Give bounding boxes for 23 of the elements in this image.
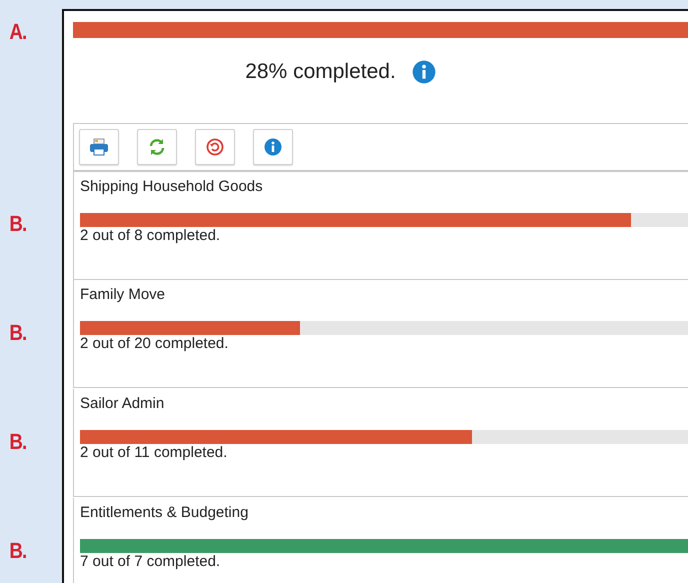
info-icon[interactable] — [412, 60, 436, 84]
refresh-button[interactable] — [137, 129, 177, 165]
progress-text: 2 out of 11 completed. — [80, 444, 228, 461]
section-marker: B. — [9, 538, 26, 564]
reset-button[interactable] — [195, 129, 235, 165]
progress-text: 2 out of 20 completed. — [80, 335, 230, 352]
section-title: Family Move — [80, 286, 166, 303]
progress-text: 7 out of 7 completed. — [80, 553, 222, 570]
printer-icon — [89, 138, 109, 156]
reset-icon — [206, 138, 224, 156]
section-title: Shipping Household Goods — [80, 178, 264, 195]
refresh-icon — [148, 138, 166, 156]
section-marker: B. — [9, 429, 26, 455]
section-marker: B. — [9, 211, 26, 237]
info-button[interactable] — [253, 129, 293, 165]
section-title: Sailor Admin — [80, 395, 166, 412]
section-title: Entitlements & Budgeting — [80, 504, 250, 521]
section-marker: B. — [9, 320, 26, 346]
section-marker: A. — [9, 19, 26, 45]
print-button[interactable] — [79, 129, 119, 165]
completion-summary: 28% completed. — [245, 60, 396, 84]
info-icon — [264, 138, 282, 156]
progress-text: 2 out of 8 completed. — [80, 227, 222, 244]
